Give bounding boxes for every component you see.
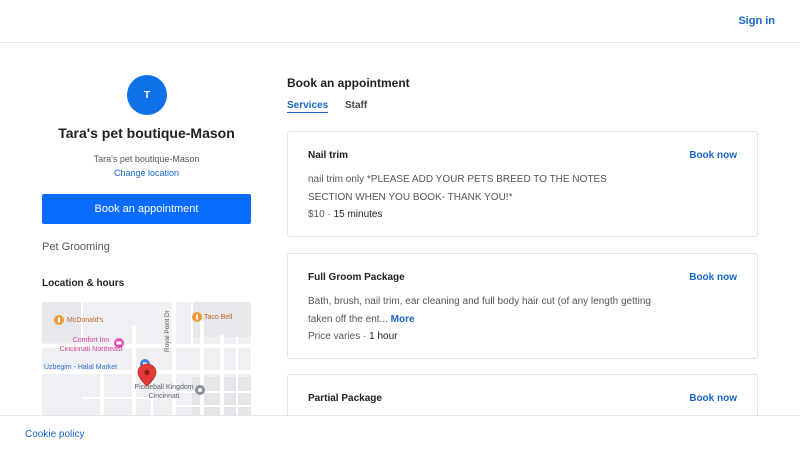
service-card: Nail trim Book now nail trim only *PLEAS…: [287, 131, 758, 237]
service-duration: 15 minutes: [333, 209, 383, 220]
map-canvas: Royal Point Dr McDonald's Taco Bell Comf…: [42, 302, 251, 418]
location-map[interactable]: Royal Point Dr McDonald's Taco Bell Comf…: [42, 302, 251, 418]
cookie-policy-link[interactable]: Cookie policy: [25, 429, 84, 440]
service-price: Price varies: [308, 331, 361, 342]
tab-services[interactable]: Services: [287, 100, 329, 113]
business-avatar: T: [127, 75, 167, 115]
cookie-bar: Cookie policy: [0, 415, 800, 450]
booking-section-title: Book an appointment: [287, 76, 410, 90]
change-location-link[interactable]: Change location: [42, 168, 251, 178]
location-name: Tara's pet boutique-Mason: [93, 154, 200, 164]
service-name: Full Groom Package: [308, 272, 405, 283]
more-link[interactable]: More: [391, 314, 415, 325]
map-place-label: Pickleball Kingdom: [134, 384, 193, 391]
business-title: Tara's pet boutique-Mason: [58, 125, 235, 141]
sign-in-link[interactable]: Sign in: [738, 15, 775, 27]
business-category: Pet Grooming: [42, 241, 110, 253]
service-description-text: nail trim only *PLEASE ADD YOUR PETS BRE…: [308, 174, 607, 203]
place-icon: [195, 385, 205, 395]
service-name: Partial Package: [308, 393, 382, 404]
service-card: Full Groom Package Book now Bath, brush,…: [287, 253, 758, 359]
street-label: Royal Point Dr: [164, 309, 171, 352]
service-description: nail trim only *PLEASE ADD YOUR PETS BRE…: [308, 171, 653, 207]
map-place-label: Cincinnati Northeast: [59, 346, 122, 353]
service-duration: 1 hour: [369, 331, 398, 342]
book-now-button[interactable]: Book now: [689, 272, 737, 283]
service-price-duration: $10 · 15 minutes: [308, 209, 383, 220]
book-now-button[interactable]: Book now: [689, 393, 737, 404]
map-place-label: Cincinnati: [149, 393, 180, 400]
restaurant-icon: [192, 312, 202, 322]
service-price: $10: [308, 209, 325, 220]
location-hours-title: Location & hours: [42, 278, 125, 289]
map-place-label: McDonald's: [67, 317, 104, 324]
service-name: Nail trim: [308, 150, 349, 161]
restaurant-icon: [54, 315, 64, 325]
map-place-label: Taco Bell: [204, 314, 233, 321]
top-bar: Sign in: [0, 0, 800, 43]
tab-staff[interactable]: Staff: [345, 100, 367, 111]
map-place-label: Uzbegim - Halal Market: [44, 364, 117, 371]
book-appointment-button[interactable]: Book an appointment: [42, 194, 251, 224]
map-place-label: Comfort Inn: [73, 337, 110, 344]
book-now-button[interactable]: Book now: [689, 150, 737, 161]
service-description-text: Bath, brush, nail trim, ear cleaning and…: [308, 296, 651, 325]
service-price-duration: Price varies · 1 hour: [308, 331, 398, 342]
service-description: Bath, brush, nail trim, ear cleaning and…: [308, 293, 653, 329]
